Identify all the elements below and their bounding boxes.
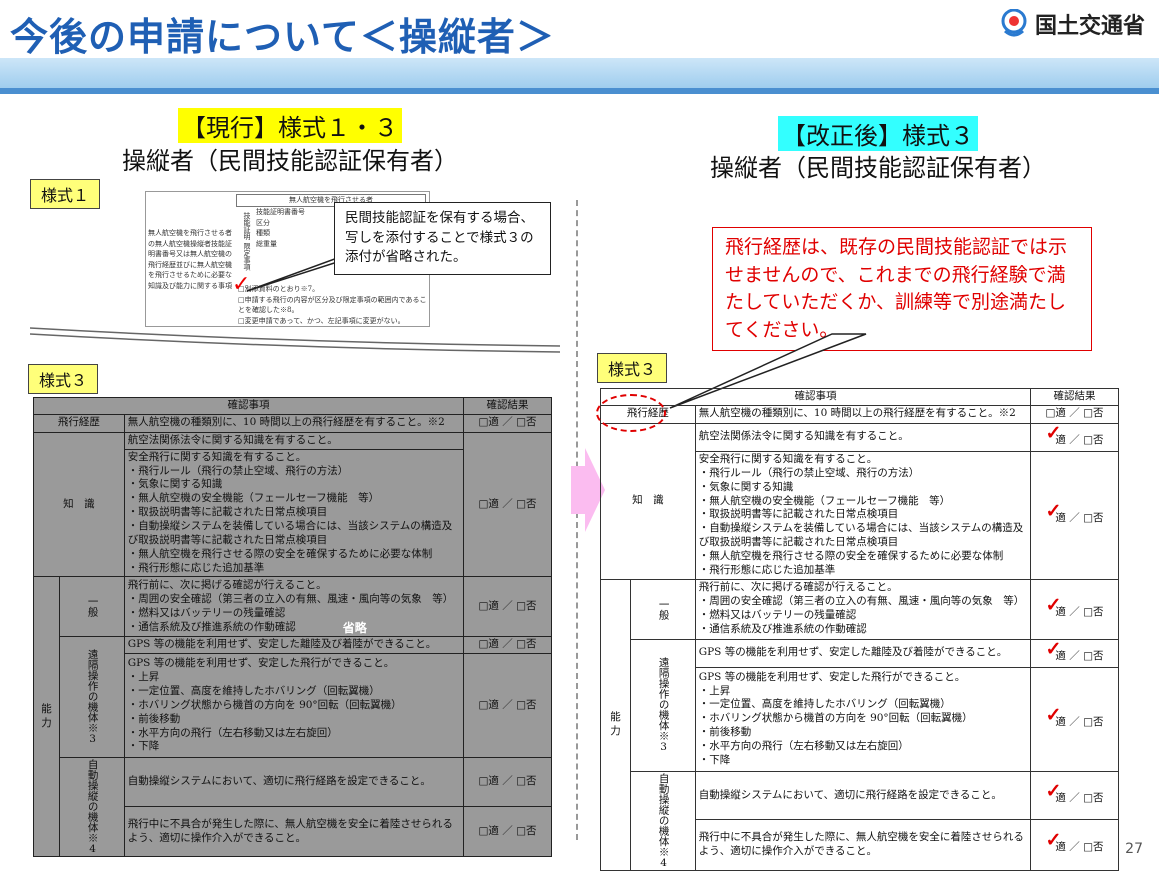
check-mark-icon: ✓ [1045,422,1061,444]
row-safety: 安全飛行に関する知識を有すること。 ・飛行ルール（飛行の禁止空域、飛行の方法） … [124,449,463,577]
row-safety: 安全飛行に関する知識を有すること。 ・飛行ルール（飛行の禁止空域、飛行の方法） … [695,451,1030,579]
form1-row: 技能証明書番号 [256,207,336,218]
left-form3-label: 様式３ [28,364,98,394]
col-header-item: 確認事項 [601,389,1031,406]
cat-knowledge: 知 識 [34,432,125,577]
sub-general: 一般 [657,599,669,620]
row-general-text: 飛行前に、次に掲げる確認が行えること。 ・周囲の安全確認（第三者の立入の有無、風… [128,579,454,633]
right-heading: 【改正後】様式３ [608,116,1148,151]
highlight-ellipse [596,394,666,432]
form1-row: 区分 [256,218,336,229]
form1-rows: 技能証明書番号 区分 種類 総重量 [256,207,336,249]
torn-edge-divider [30,318,560,354]
col-header-result: 確認結果 [464,398,552,415]
check-mark-icon: ✓ [1045,500,1061,522]
check-mark-icon: ✓ [1045,594,1061,616]
result-general: □適 ／ □否 [464,577,552,637]
result-gps-flight: ✓適 ／ □否 [1031,667,1119,771]
row-gps-flight: GPS 等の機能を利用せず、安定した飛行ができること。 ・上昇 ・一定位置、高度… [695,667,1030,771]
left-callout: 民間技能認証を保有する場合、写しを添付することで様式３の添付が省略された。 [334,202,551,275]
left-subheading: 操縦者（民間技能認証保有者） [30,141,550,176]
row-law: 航空法関係法令に関する知識を有すること。 [124,432,463,449]
sub-remote: 遠隔操作の機体※3 [86,649,98,745]
row-law: 航空法関係法令に関する知識を有すること。 [695,423,1030,451]
form1-left-text: 無人航空機を飛行させる者の無人航空機操縦者技能証明書番号又は無人航空機の飛行経歴… [148,228,238,291]
cat-flight: 飛行経歴 [34,414,125,432]
form1-row: 種類 [256,228,336,239]
row-general: 飛行前に、次に掲げる確認が行えること。 ・周囲の安全確認（第三者の立入の有無、風… [695,579,1030,639]
logo-text: 国土交通省 [1035,8,1145,40]
check-mark-icon: ✓ [1045,638,1061,660]
result-auto-route: ✓適 ／ □否 [1031,771,1119,819]
left-heading-text: 【現行】様式１・３ [178,108,402,143]
sub-remote: 遠隔操作の機体※3 [657,657,669,753]
row-auto-route: 自動操縦システムにおいて、適切に飛行経路を設定できること。 [124,758,463,806]
col-header-result: 確認結果 [1031,389,1119,406]
omitted-label: 省略 [343,621,367,637]
row-flight: 無人航空機の種類別に、10 時間以上の飛行経歴を有すること。※2 [124,414,463,432]
check-mark-icon: ✓ [1045,829,1061,851]
result-safety: ✓適 ／ □否 [1031,451,1119,579]
row-auto-intervene: 飛行中に不具合が発生した際に、無人航空機を安全に着陸させられるよう、適切に操作介… [124,806,463,857]
header-band-line [0,88,1159,94]
check-mark-icon: ✓ [1045,704,1061,726]
result-gps-landing: ✓適 ／ □否 [1031,639,1119,667]
cat-knowledge: 知 識 [601,423,696,579]
row-auto-route: 自動操縦システムにおいて、適切に飛行経路を設定できること。 [695,771,1030,819]
right-form3-label: 様式３ [597,353,667,383]
sub-general: 一般 [86,596,98,617]
cat-ability: 能 力 [601,579,631,870]
col-header-item: 確認事項 [34,398,464,415]
result-auto-intervene: □適 ／ □否 [464,806,552,857]
mlit-emblem-icon [1001,9,1027,39]
right-heading-text: 【改正後】様式３ [778,116,978,151]
result-knowledge: □適 ／ □否 [464,432,552,577]
right-form3-table: 確認事項確認結果 飛行経歴無人航空機の種類別に、10 時間以上の飛行経歴を有する… [600,388,1119,871]
row-gps-landing: GPS 等の機能を利用せず、安定した離陸及び着陸ができること。 [124,637,463,654]
row-gps-flight: GPS 等の機能を利用せず、安定した飛行ができること。 ・上昇 ・一定位置、高度… [124,654,463,758]
cat-ability: 能 力 [34,577,60,857]
result-flight: □適 ／ □否 [464,414,552,432]
row-general: 飛行前に、次に掲げる確認が行えること。 ・周囲の安全確認（第三者の立入の有無、風… [124,577,463,637]
page-number: 27 [1125,841,1143,857]
sub-auto: 自動操縦の機体※4 [657,773,669,869]
result-flight: □適 ／ □否 [1031,405,1119,423]
header-band [0,58,1159,88]
result-general: ✓適 ／ □否 [1031,579,1119,639]
page-title: 今後の申請について＜操縦者＞ [10,6,555,61]
row-flight: 無人航空機の種類別に、10 時間以上の飛行経歴を有すること。※2 [695,405,1030,423]
sub-auto: 自動操縦の機体※4 [86,759,98,855]
left-form3-table: 確認事項確認結果 飛行経歴無人航空機の種類別に、10 時間以上の飛行経歴を有する… [33,397,552,857]
result-gps-landing: □適 ／ □否 [464,637,552,654]
form1-bottom-line: □申請する飛行の内容が区分及び限定事項の範囲内であることを確認した※8。 [238,295,428,316]
left-form1-label: 様式１ [30,179,100,209]
result-auto-route: □適 ／ □否 [464,758,552,806]
result-gps-flight: □適 ／ □否 [464,654,552,758]
right-subheading: 操縦者（民間技能認証保有者） [608,148,1148,183]
result-law: ✓適 ／ □否 [1031,423,1119,451]
left-heading: 【現行】様式１・３ [30,108,550,143]
row-gps-landing: GPS 等の機能を利用せず、安定した離陸及び着陸ができること。 [695,639,1030,667]
check-mark-icon: ✓ [1045,780,1061,802]
mlit-logo: 国土交通省 [1001,8,1145,40]
form1-row: 総重量 [256,239,336,250]
